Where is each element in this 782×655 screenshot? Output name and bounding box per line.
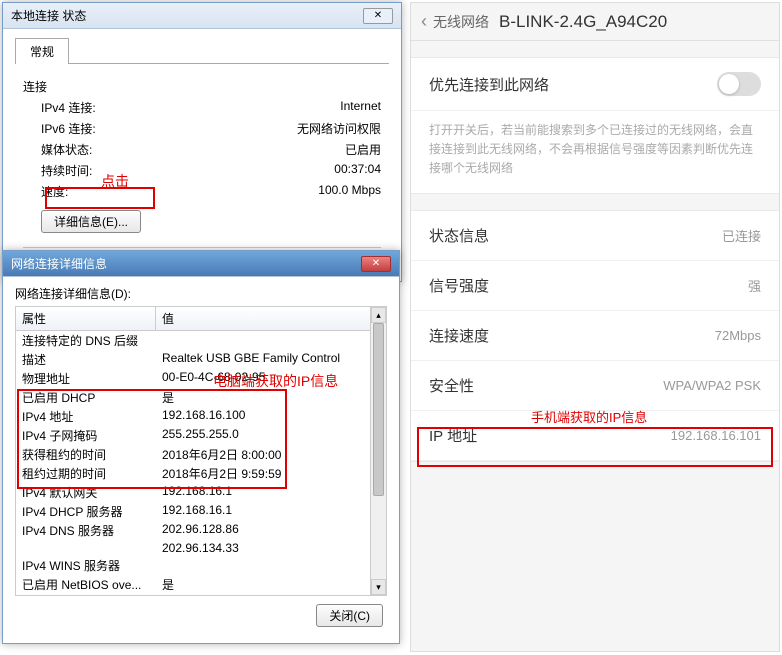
dialog2-subtitle: 网络连接详细信息(D): [15, 285, 387, 306]
table-row: IPv4 地址192.168.16.100 [16, 407, 386, 426]
conn-row: 持续时间: 00:37:04 [23, 160, 381, 181]
info-row-signal: 信号强度 强 [411, 261, 779, 311]
scrollbar-thumb[interactable] [373, 323, 384, 496]
close-button[interactable]: 关闭(C) [316, 604, 383, 627]
close-icon[interactable]: ✕ [361, 256, 391, 272]
conn-row: 速度: 100.0 Mbps [23, 181, 381, 202]
scrollbar[interactable]: ▴ ▾ [370, 307, 386, 595]
network-details-dialog: 网络连接详细信息 ✕ 网络连接详细信息(D): 属性 值 连接特定的 DNS 后… [2, 250, 400, 644]
ssid-title: B-LINK-2.4G_A94C20 [499, 12, 667, 32]
table-row: 连接-本地 IPv6 地址fe80::e597:91d8:bf0:383a%11 [16, 594, 386, 596]
dialog1-titlebar: 本地连接 状态 ✕ [3, 3, 401, 29]
table-row: IPv4 WINS 服务器 [16, 556, 386, 575]
details-button[interactable]: 详细信息(E)... [41, 210, 141, 233]
mobile-header: ‹ 无线网络 B-LINK-2.4G_A94C20 [411, 3, 779, 41]
info-section: 状态信息 已连接 信号强度 强 连接速度 72Mbps 安全性 WPA/WPA2… [411, 210, 779, 462]
annotation-mobile-ip: 手机端获取的IP信息 [531, 407, 647, 426]
section-label: 连接 [23, 76, 381, 97]
mobile-wifi-panel: ‹ 无线网络 B-LINK-2.4G_A94C20 优先连接到此网络 打开开关后… [410, 2, 780, 652]
table-row: IPv4 DHCP 服务器192.168.16.1 [16, 502, 386, 521]
priority-section: 优先连接到此网络 打开开关后，若当前能搜索到多个已连接过的无线网络，会直接连接到… [411, 57, 779, 194]
table-row: 已启用 NetBIOS ove...是 [16, 575, 386, 594]
priority-toggle[interactable] [717, 72, 761, 96]
priority-label: 优先连接到此网络 [429, 74, 549, 95]
info-row-status: 状态信息 已连接 [411, 211, 779, 261]
table-row: 租约过期的时间2018年6月2日 9:59:59 [16, 464, 386, 483]
back-label[interactable]: 无线网络 [433, 12, 489, 32]
table-row: IPv4 DNS 服务器202.96.128.86 [16, 521, 386, 540]
tab-header: 常规 [15, 37, 389, 64]
conn-row: IPv6 连接: 无网络访问权限 [23, 118, 381, 139]
close-icon[interactable]: ✕ [363, 8, 393, 24]
table-row: IPv4 子网掩码255.255.255.0 [16, 426, 386, 445]
table-row: 202.96.134.33 [16, 540, 386, 556]
table-row: 获得租约的时间2018年6月2日 8:00:00 [16, 445, 386, 464]
priority-desc: 打开开关后，若当前能搜索到多个已连接过的无线网络，会直接连接到此无线网络，不会再… [411, 111, 779, 193]
table-header: 属性 值 [16, 307, 386, 331]
dialog1-title: 本地连接 状态 [11, 7, 86, 24]
info-row-speed: 连接速度 72Mbps [411, 311, 779, 361]
back-icon[interactable]: ‹ [421, 11, 427, 32]
table-row: 描述Realtek USB GBE Family Control [16, 350, 386, 369]
priority-row: 优先连接到此网络 [411, 58, 779, 111]
connection-status-dialog: 本地连接 状态 ✕ 常规 连接 IPv4 连接: Internet IPv6 连… [2, 2, 402, 282]
scroll-down-icon[interactable]: ▾ [371, 579, 386, 595]
dialog2-titlebar: 网络连接详细信息 ✕ [3, 251, 399, 277]
table-row: 连接特定的 DNS 后缀 [16, 331, 386, 350]
annotation-pc-ip: 电脑端获取的IP信息 [213, 371, 338, 391]
tab-general[interactable]: 常规 [15, 38, 69, 64]
conn-row: IPv4 连接: Internet [23, 97, 381, 118]
conn-row: 媒体状态: 已启用 [23, 139, 381, 160]
info-row-security: 安全性 WPA/WPA2 PSK [411, 361, 779, 411]
scroll-up-icon[interactable]: ▴ [371, 307, 386, 323]
table-row: IPv4 默认网关192.168.16.1 [16, 483, 386, 502]
details-table: 属性 值 连接特定的 DNS 后缀描述Realtek USB GBE Famil… [15, 306, 387, 596]
dialog2-title: 网络连接详细信息 [11, 255, 107, 272]
annotation-click: 点击 [101, 171, 129, 191]
